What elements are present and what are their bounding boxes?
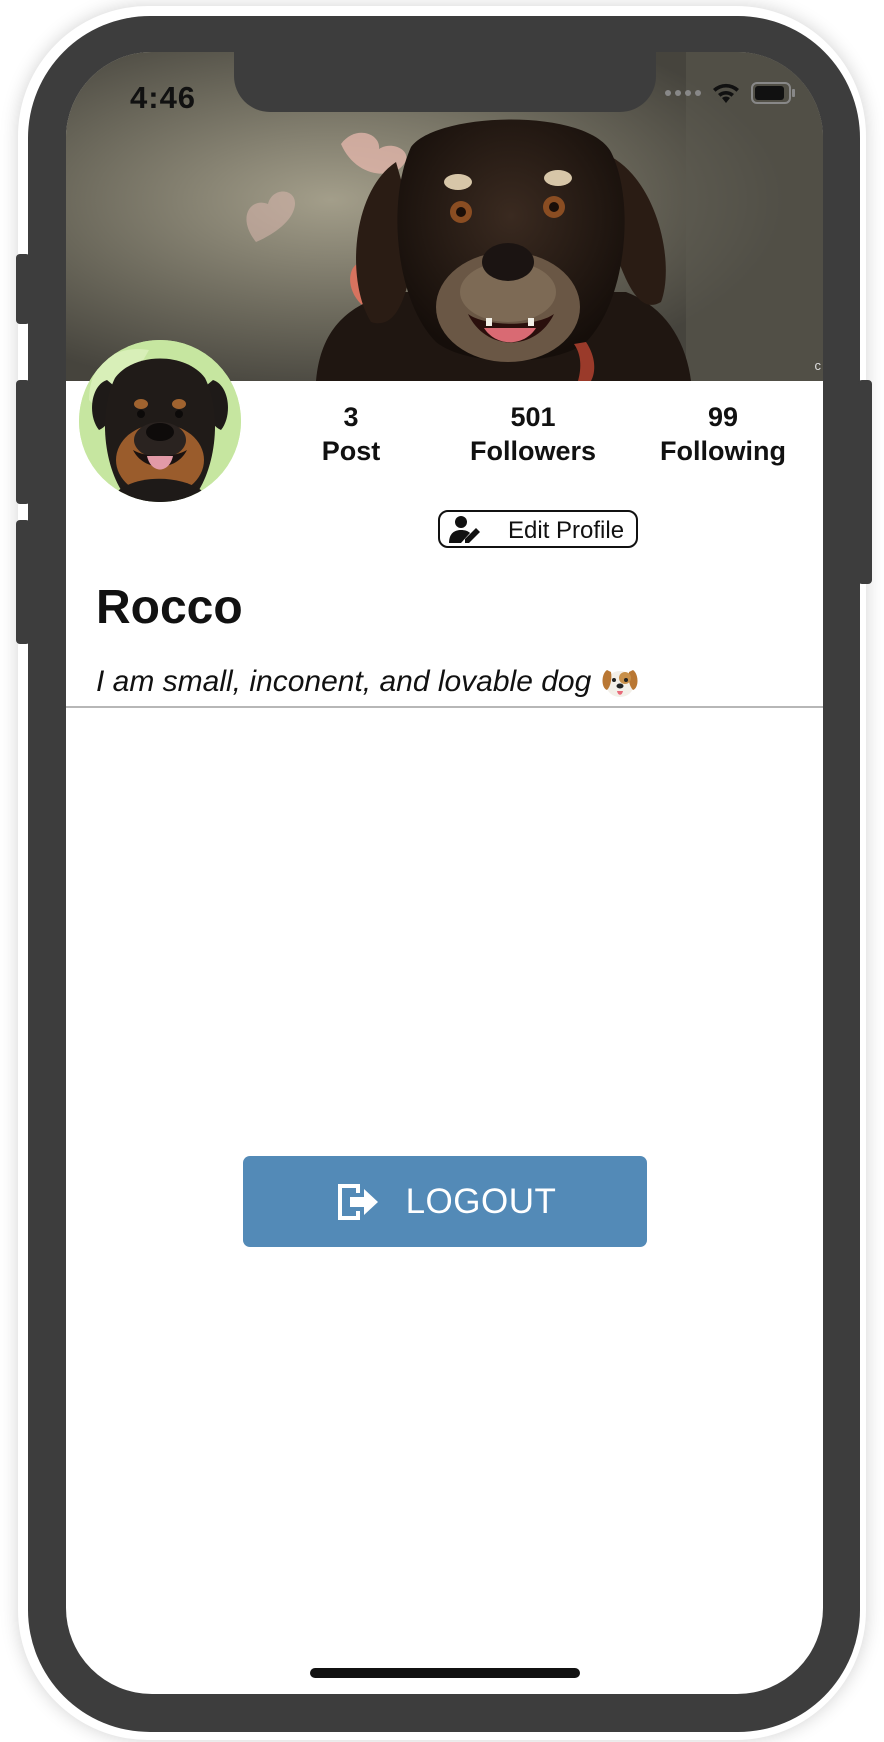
cover-credit: c [814,358,822,373]
user-edit-icon [449,516,480,543]
logout-button[interactable]: LOGOUT [243,1156,647,1247]
edit-profile-label: Edit Profile [508,517,625,544]
stat-posts[interactable]: 3 Post [279,400,423,468]
stat-followers[interactable]: 501 Followers [453,400,613,468]
profile-divider [66,706,823,708]
stat-followers-value: 501 [510,402,556,432]
wifi-icon [713,83,739,103]
side-button-power [858,380,872,584]
screen: c 4:46 3 Post 501 Followers 99 Following… [66,52,823,1694]
signal-dots-icon [665,90,701,96]
stat-following[interactable]: 99 Following [643,400,803,468]
side-button-mute [16,254,30,324]
side-button-volume-down [16,520,30,644]
logout-label: LOGOUT [405,1181,557,1221]
profile-bio: I am small, inconent, and lovable dog [96,664,639,700]
profile-name: Rocco [96,581,243,634]
avatar[interactable] [79,340,241,502]
home-indicator[interactable] [310,1668,580,1678]
avatar-dog-illustration [79,340,241,502]
stat-posts-value: 3 [343,402,359,432]
stat-following-label: Following [660,436,786,466]
bio-text: I am small, inconent, and lovable dog [96,665,592,698]
status-icons [665,82,797,104]
notch [234,52,656,112]
stat-followers-label: Followers [469,436,597,466]
stat-following-value: 99 [707,402,739,432]
edit-profile-button[interactable]: Edit Profile [438,510,638,548]
stat-posts-label: Post [321,436,381,466]
sign-out-icon [337,1183,378,1220]
side-button-volume-up [16,380,30,504]
battery-icon [751,82,795,104]
dog-face-emoji [602,670,638,697]
status-time: 4:46 [130,80,197,115]
